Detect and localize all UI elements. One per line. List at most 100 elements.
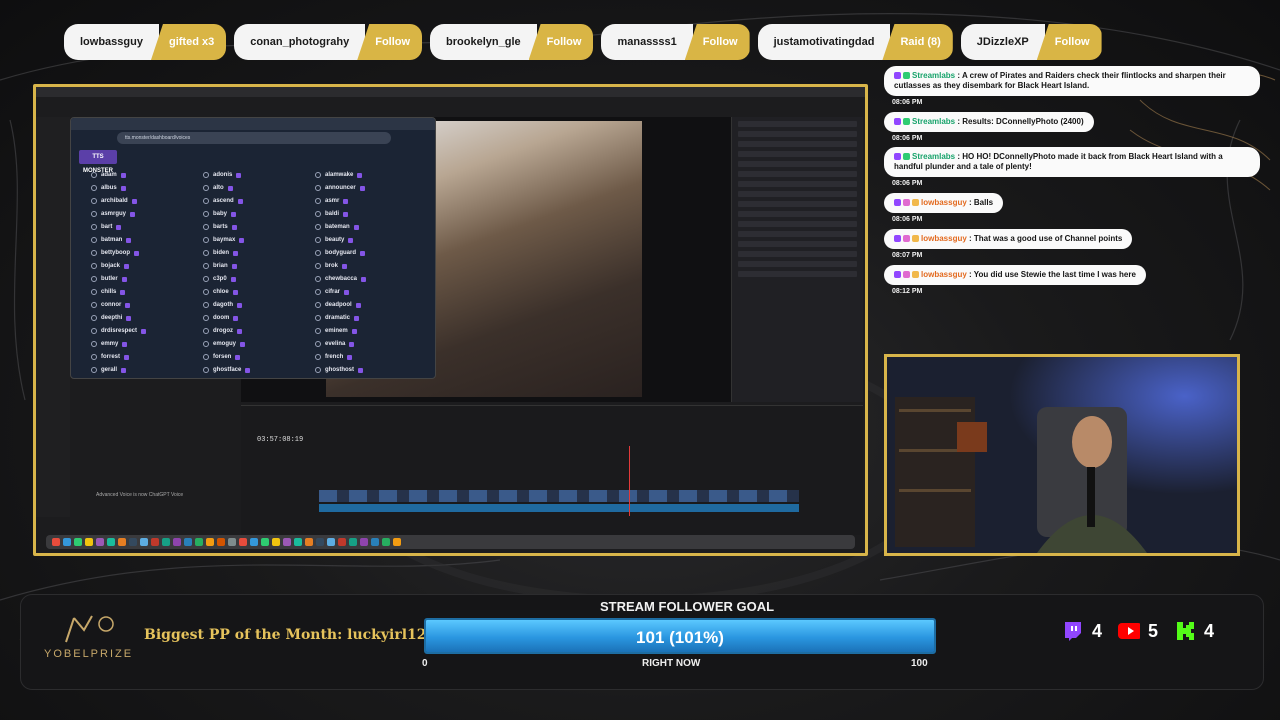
voice-option[interactable]: chills — [91, 287, 203, 297]
radio-icon[interactable] — [315, 211, 321, 217]
radio-icon[interactable] — [203, 198, 209, 204]
voice-option[interactable]: drogoz — [203, 326, 315, 336]
voice-option[interactable]: brian — [203, 261, 315, 271]
radio-icon[interactable] — [315, 315, 321, 321]
voice-option[interactable]: dagoth — [203, 300, 315, 310]
radio-icon[interactable] — [91, 224, 97, 230]
radio-icon[interactable] — [203, 211, 209, 217]
voice-option[interactable]: asmr — [315, 196, 427, 206]
voice-option[interactable]: eminem — [315, 326, 427, 336]
voice-option[interactable]: baymax — [203, 235, 315, 245]
voice-option[interactable]: evelina — [315, 339, 427, 349]
chat-username[interactable]: Streamlabs — [912, 152, 955, 161]
radio-icon[interactable] — [315, 302, 321, 308]
voice-option[interactable]: chewbacca — [315, 274, 427, 284]
radio-icon[interactable] — [203, 263, 209, 269]
voice-option[interactable]: albus — [91, 183, 203, 193]
voice-option[interactable]: deadpool — [315, 300, 427, 310]
voice-option[interactable]: alamwake — [315, 170, 427, 180]
radio-icon[interactable] — [91, 250, 97, 256]
voice-option[interactable]: drdisrespect — [91, 326, 203, 336]
radio-icon[interactable] — [91, 367, 97, 373]
voice-option[interactable]: archibald — [91, 196, 203, 206]
radio-icon[interactable] — [315, 289, 321, 295]
voice-option[interactable]: emmy — [91, 339, 203, 349]
radio-icon[interactable] — [91, 263, 97, 269]
voice-option[interactable]: chloe — [203, 287, 315, 297]
voice-option[interactable]: forsen — [203, 352, 315, 362]
radio-icon[interactable] — [91, 289, 97, 295]
voice-option[interactable]: bodyguard — [315, 248, 427, 258]
playhead[interactable] — [629, 446, 630, 516]
chat-username[interactable]: Streamlabs — [912, 117, 955, 126]
radio-icon[interactable] — [203, 172, 209, 178]
edit-timeline[interactable]: 03:57:08:19 — [241, 405, 863, 535]
voice-option[interactable]: french — [315, 352, 427, 362]
radio-icon[interactable] — [91, 315, 97, 321]
radio-icon[interactable] — [315, 224, 321, 230]
voice-option[interactable]: biden — [203, 248, 315, 258]
radio-icon[interactable] — [315, 198, 321, 204]
radio-icon[interactable] — [91, 172, 97, 178]
voice-option[interactable]: alto — [203, 183, 315, 193]
radio-icon[interactable] — [315, 250, 321, 256]
radio-icon[interactable] — [91, 237, 97, 243]
voice-option[interactable]: adonis — [203, 170, 315, 180]
radio-icon[interactable] — [91, 276, 97, 282]
voice-option[interactable]: dramatic — [315, 313, 427, 323]
voice-option[interactable]: forrest — [91, 352, 203, 362]
radio-icon[interactable] — [203, 302, 209, 308]
radio-icon[interactable] — [315, 341, 321, 347]
radio-icon[interactable] — [315, 263, 321, 269]
voice-option[interactable]: bettyboop — [91, 248, 203, 258]
chat-username[interactable]: lowbassguy — [921, 234, 967, 243]
voice-option[interactable]: ascend — [203, 196, 315, 206]
address-bar[interactable]: tts.monster/dashboard/voices — [117, 132, 391, 144]
audio-track[interactable] — [319, 504, 799, 512]
radio-icon[interactable] — [203, 328, 209, 334]
radio-icon[interactable] — [91, 354, 97, 360]
radio-icon[interactable] — [315, 367, 321, 373]
voice-option[interactable]: cifrar — [315, 287, 427, 297]
radio-icon[interactable] — [315, 276, 321, 282]
voice-option[interactable]: butler — [91, 274, 203, 284]
radio-icon[interactable] — [91, 198, 97, 204]
radio-icon[interactable] — [203, 185, 209, 191]
voice-option[interactable]: connor — [91, 300, 203, 310]
browser-tabs[interactable] — [71, 118, 435, 130]
radio-icon[interactable] — [91, 328, 97, 334]
radio-icon[interactable] — [203, 341, 209, 347]
video-track[interactable] — [319, 490, 799, 502]
voice-option[interactable]: brok — [315, 261, 427, 271]
radio-icon[interactable] — [315, 237, 321, 243]
voice-option[interactable]: ghosthost — [315, 365, 427, 375]
radio-icon[interactable] — [203, 237, 209, 243]
radio-icon[interactable] — [315, 185, 321, 191]
voice-option[interactable]: gerall — [91, 365, 203, 375]
radio-icon[interactable] — [91, 185, 97, 191]
voice-option[interactable]: baby — [203, 209, 315, 219]
radio-icon[interactable] — [315, 354, 321, 360]
voice-option[interactable]: deepthi — [91, 313, 203, 323]
voice-option[interactable]: batman — [91, 235, 203, 245]
radio-icon[interactable] — [203, 250, 209, 256]
radio-icon[interactable] — [91, 211, 97, 217]
voice-option[interactable]: ghostface — [203, 365, 315, 375]
voice-option[interactable]: emoguy — [203, 339, 315, 349]
radio-icon[interactable] — [203, 289, 209, 295]
voice-option[interactable]: doom — [203, 313, 315, 323]
voice-option[interactable]: asmrguy — [91, 209, 203, 219]
voice-option[interactable]: beauty — [315, 235, 427, 245]
radio-icon[interactable] — [315, 328, 321, 334]
radio-icon[interactable] — [203, 354, 209, 360]
voice-option[interactable]: baldi — [315, 209, 427, 219]
radio-icon[interactable] — [203, 224, 209, 230]
chat-username[interactable]: lowbassguy — [921, 270, 967, 279]
voice-option[interactable]: barts — [203, 222, 315, 232]
radio-icon[interactable] — [91, 341, 97, 347]
radio-icon[interactable] — [203, 276, 209, 282]
chat-username[interactable]: lowbassguy — [921, 198, 967, 207]
radio-icon[interactable] — [91, 302, 97, 308]
radio-icon[interactable] — [315, 172, 321, 178]
radio-icon[interactable] — [203, 367, 209, 373]
